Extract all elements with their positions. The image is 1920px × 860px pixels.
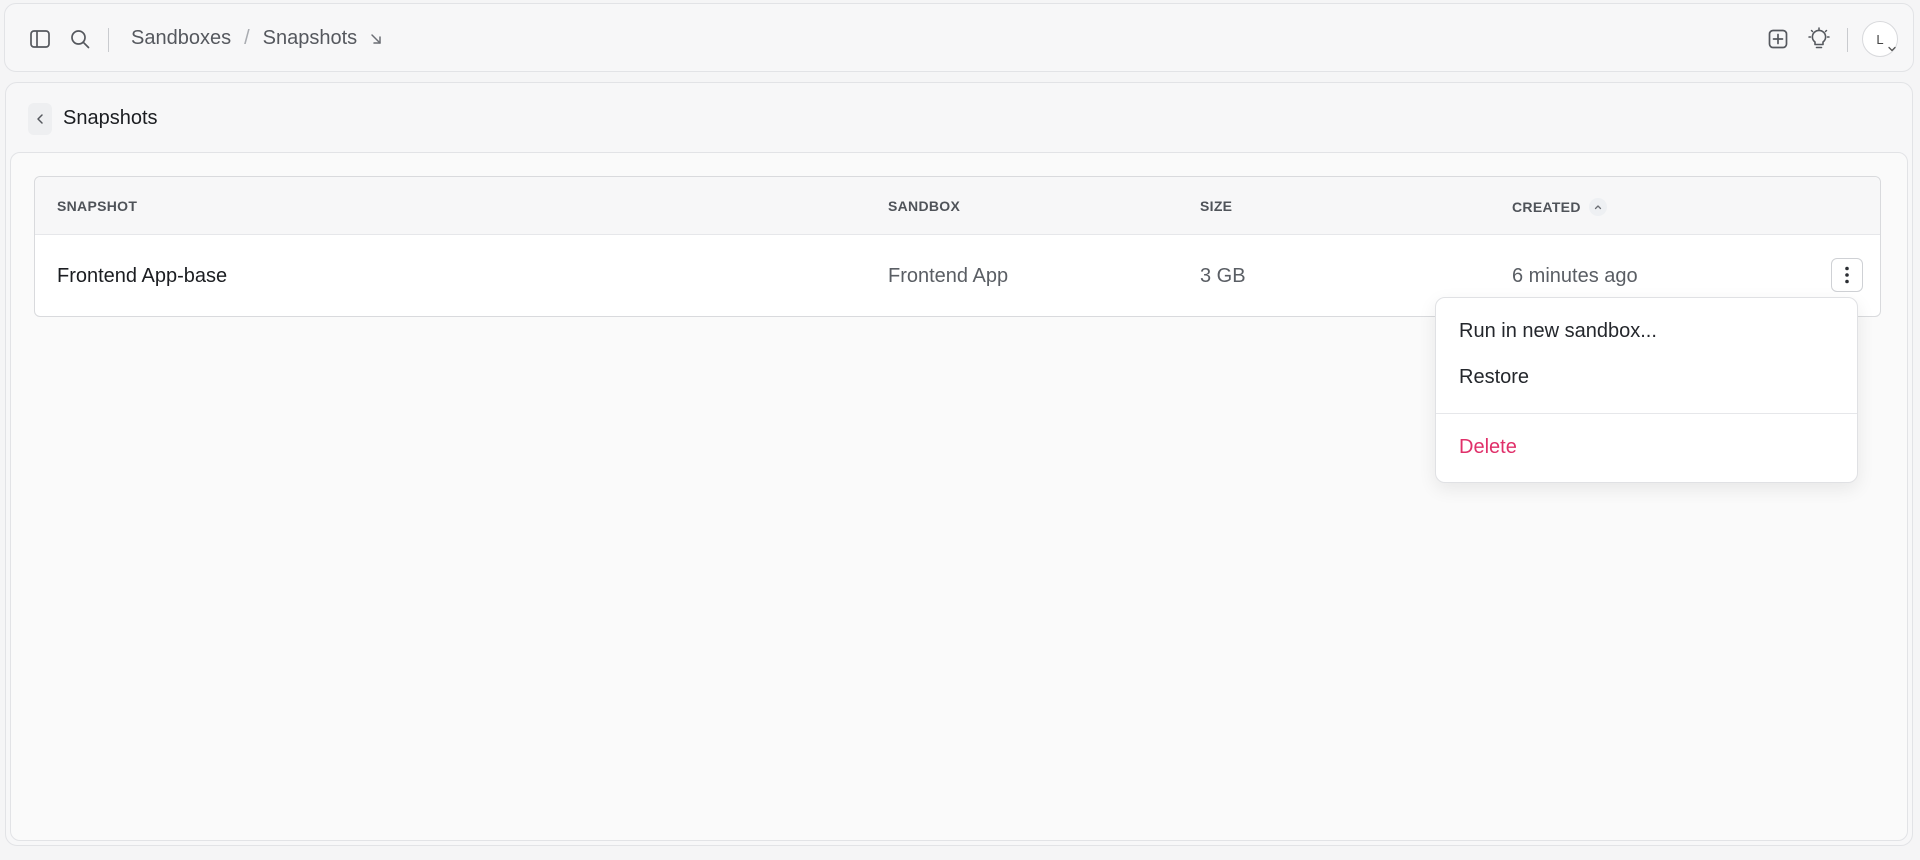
column-header-created-label: CREATED bbox=[1512, 199, 1581, 215]
column-header-size[interactable]: SIZE bbox=[1200, 198, 1232, 214]
avatar[interactable]: L bbox=[1862, 21, 1898, 57]
breadcrumb-current[interactable]: Snapshots bbox=[263, 27, 384, 50]
toolbar-divider-right bbox=[1847, 28, 1848, 52]
cell-created: 6 minutes ago bbox=[1512, 265, 1638, 287]
content-area: SNAPSHOT SANDBOX SIZE CREATED Frontend A… bbox=[10, 152, 1908, 841]
chevron-up-icon bbox=[1588, 198, 1607, 216]
column-header-snapshot[interactable]: SNAPSHOT bbox=[57, 198, 137, 214]
menu-item-restore[interactable]: Restore bbox=[1436, 357, 1857, 397]
menu-item-run-in-new-sandbox[interactable]: Run in new sandbox... bbox=[1436, 311, 1857, 351]
chevron-left-icon bbox=[37, 114, 43, 124]
top-bar: Sandboxes / Snapshots L bbox=[4, 3, 1914, 72]
back-button[interactable] bbox=[28, 103, 52, 135]
menu-item-delete[interactable]: Delete bbox=[1436, 427, 1857, 467]
breadcrumb-separator: / bbox=[244, 27, 250, 49]
breadcrumb-snapshots: Snapshots bbox=[262, 27, 358, 49]
toolbar-divider bbox=[108, 28, 109, 52]
plus-square-icon[interactable] bbox=[1765, 26, 1791, 52]
snapshots-table: SNAPSHOT SANDBOX SIZE CREATED Frontend A… bbox=[34, 176, 1881, 317]
cell-snapshot-name: Frontend App-base bbox=[57, 265, 228, 287]
column-header-sandbox[interactable]: SANDBOX bbox=[888, 198, 960, 214]
breadcrumb: Sandboxes / Snapshots bbox=[131, 4, 383, 73]
cell-sandbox: Frontend App bbox=[888, 265, 1009, 287]
search-icon[interactable] bbox=[67, 26, 93, 52]
row-actions-button[interactable] bbox=[1831, 258, 1863, 292]
column-header-created[interactable]: CREATED bbox=[1512, 198, 1607, 216]
breadcrumb-sandboxes[interactable]: Sandboxes bbox=[131, 27, 231, 50]
page-title: Snapshots bbox=[63, 107, 158, 129]
chevron-down-icon bbox=[1888, 46, 1896, 52]
arrow-down-right-icon bbox=[371, 33, 381, 44]
sidebar-toggle-icon[interactable] bbox=[27, 26, 53, 52]
bulb-icon[interactable] bbox=[1806, 26, 1832, 52]
table-header: SNAPSHOT SANDBOX SIZE CREATED bbox=[35, 177, 1880, 235]
row-actions-menu: Run in new sandbox... Restore Delete bbox=[1435, 297, 1858, 483]
avatar-initial: L bbox=[1876, 31, 1884, 47]
menu-divider bbox=[1436, 413, 1857, 414]
cell-size: 3 GB bbox=[1200, 265, 1246, 287]
vertical-dots-icon bbox=[1845, 266, 1849, 284]
